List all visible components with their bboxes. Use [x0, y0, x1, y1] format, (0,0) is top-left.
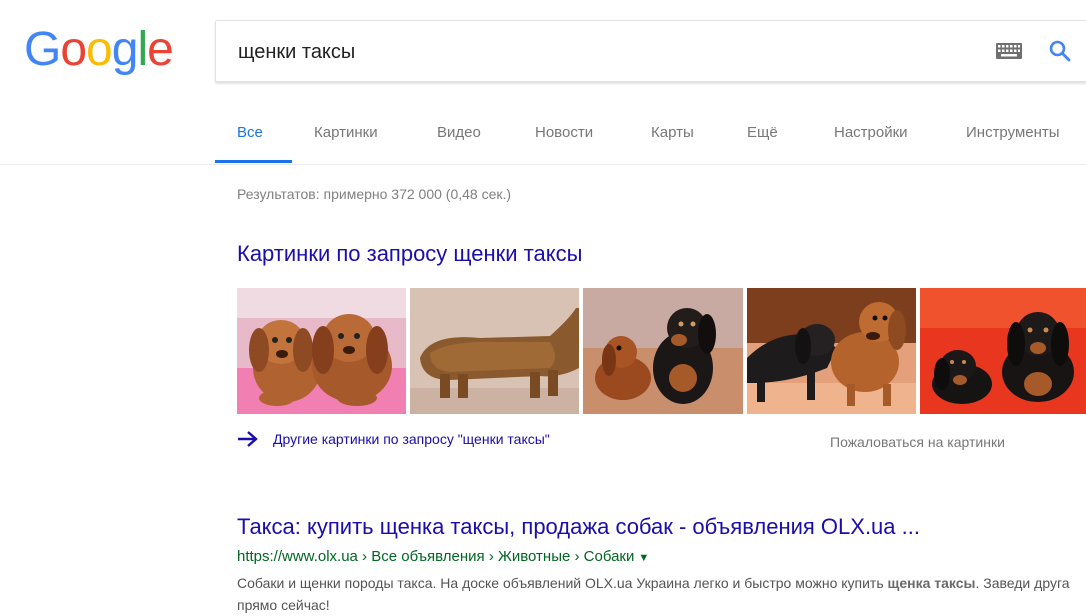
result-url-text: https://www.olx.ua › Все объявления › Жи…: [237, 548, 635, 565]
thumbnail-image[interactable]: [920, 288, 1086, 414]
active-tab-indicator: [215, 160, 292, 163]
thumbnail-image[interactable]: [583, 288, 743, 414]
snippet-text: Собаки и щенки породы такса. На доске об…: [237, 575, 888, 591]
tab-settings[interactable]: Настройки: [834, 124, 908, 141]
dog-image: [583, 288, 743, 414]
tab-images[interactable]: Картинки: [314, 124, 378, 141]
tab-tools[interactable]: Инструменты: [966, 124, 1060, 141]
more-images-label: Другие картинки по запросу "щенки таксы": [273, 431, 550, 447]
tab-videos[interactable]: Видео: [437, 124, 481, 141]
dog-image: [410, 288, 579, 414]
search-box: [215, 20, 1086, 82]
logo-letter: e: [147, 23, 174, 76]
dog-image: [747, 288, 916, 414]
logo-letter: G: [24, 23, 61, 76]
tab-news[interactable]: Новости: [535, 124, 593, 141]
logo-letter: l: [137, 23, 148, 76]
result-url: https://www.olx.ua › Все объявления › Жи…: [237, 548, 649, 565]
thumbnail-image[interactable]: [410, 288, 579, 414]
report-images-link[interactable]: Пожаловаться на картинки: [830, 434, 1005, 450]
images-heading-link[interactable]: Картинки по запросу щенки таксы: [237, 241, 582, 267]
keyboard-icon[interactable]: [996, 43, 1022, 59]
logo-letter: o: [60, 23, 87, 76]
search-tabs: Все Картинки Видео Новости Карты Ещё Нас…: [0, 118, 1086, 165]
snippet-highlight: щенка таксы: [887, 575, 976, 591]
more-images-link[interactable]: Другие картинки по запросу "щенки таксы": [237, 430, 550, 448]
logo-letter: o: [86, 23, 113, 76]
arrow-right-icon: [238, 431, 258, 447]
tab-all[interactable]: Все: [237, 124, 263, 141]
thumbnail-image[interactable]: [237, 288, 406, 414]
dog-image: [920, 288, 1086, 414]
tab-more[interactable]: Ещё: [747, 124, 778, 141]
image-thumbnails: [237, 288, 1086, 414]
dropdown-arrow-icon[interactable]: ▼: [638, 552, 649, 564]
thumbnail-image[interactable]: [747, 288, 916, 414]
search-input[interactable]: [236, 37, 980, 67]
tab-maps[interactable]: Карты: [651, 124, 694, 141]
result-stats: Результатов: примерно 372 000 (0,48 сек.…: [237, 186, 512, 202]
google-logo[interactable]: Google: [24, 23, 174, 76]
search-icon[interactable]: [1048, 39, 1072, 63]
result-title-link[interactable]: Такса: купить щенка таксы, продажа собак…: [237, 514, 920, 540]
logo-letter: g: [111, 23, 139, 76]
dog-image: [237, 288, 406, 414]
result-snippet: Собаки и щенки породы такса. На доске об…: [237, 572, 1077, 616]
